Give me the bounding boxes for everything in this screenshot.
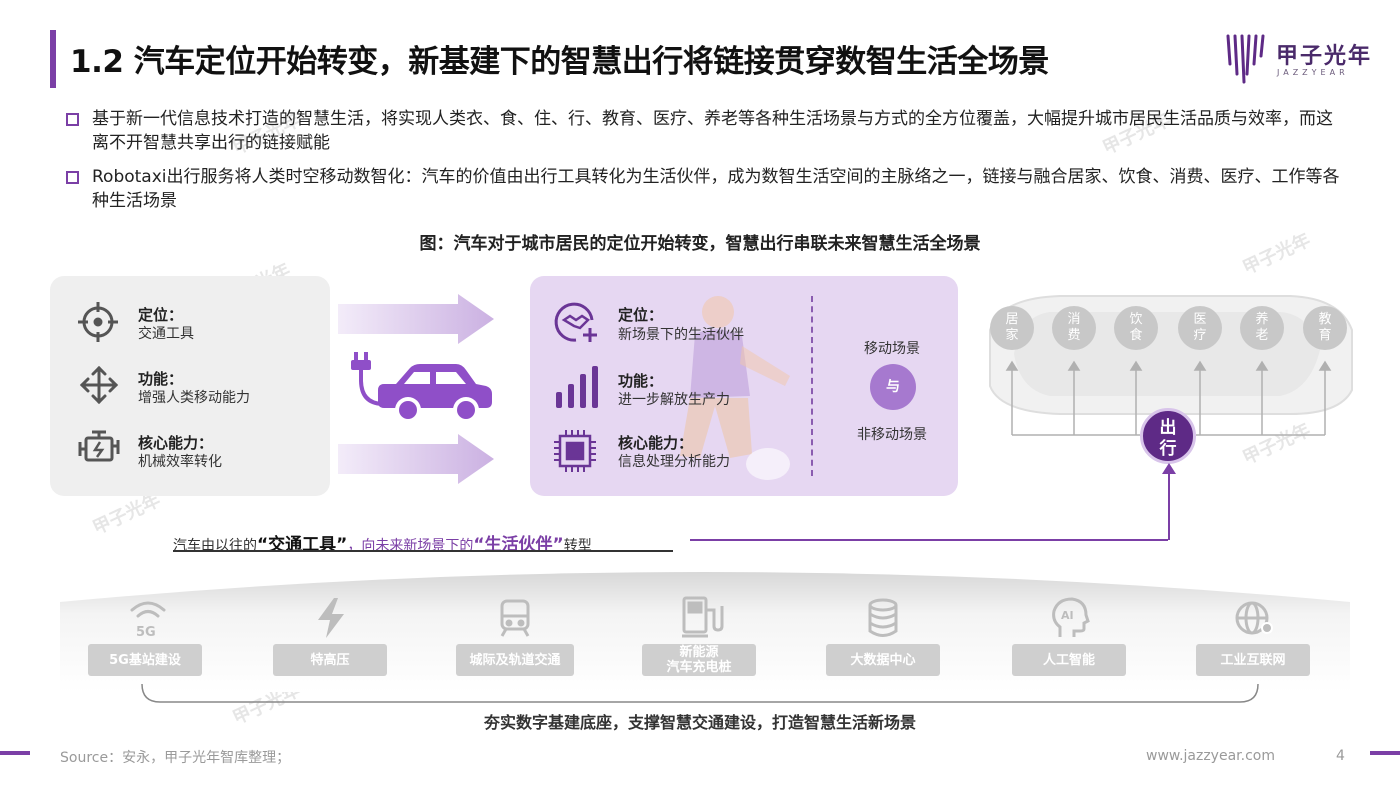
bullet-2-text: Robotaxi出行服务将人类时空移动数智化：汽车的价值由出行工具转化为生活伙伴… xyxy=(92,167,1340,211)
bullet-2: Robotaxi出行服务将人类时空移动数智化：汽车的价值由出行工具转化为生活伙伴… xyxy=(66,165,1341,213)
logo-text: 甲子光年 xyxy=(1276,44,1373,69)
infra-5g-base-station: 5G基站建设 xyxy=(88,644,202,676)
connector-badge: 与 xyxy=(870,364,916,410)
arrow-right-icon xyxy=(338,434,498,488)
source-note: Source：安永，甲子光年智库整理； xyxy=(60,750,291,766)
purple-item-3-label: 核心能力： xyxy=(618,434,694,452)
left-item-3-desc: 机械效率转化 xyxy=(138,454,222,470)
purple-item-1-label: 定位： xyxy=(618,306,664,324)
scene-home: 居家 xyxy=(990,306,1034,350)
bottom-caption: 夯实数字基建底座，支撑智慧交通建设，打造智慧生活新场景 xyxy=(483,713,916,732)
left-item-2-desc: 增强人类移动能力 xyxy=(138,390,250,406)
left-panel-traditional: 定位： 交通工具 功能： 增强人类移动能力 核心能力： 机械效率转化 xyxy=(50,276,330,496)
database-icon xyxy=(866,598,900,642)
lightning-icon xyxy=(314,598,348,642)
page-title: 1.2 汽车定位开始转变，新基建下的智慧出行将链接贯穿数智生活全场景 xyxy=(70,44,1049,80)
logo-subtext: JAZZYEAR xyxy=(1277,68,1349,77)
figure-title: 图：汽车对于城市居民的定位开始转变，智慧出行串联未来智慧生活全场景 xyxy=(419,234,981,254)
transition-underline xyxy=(173,550,673,552)
infra-rail-transit: 城际及轨道交通 xyxy=(456,644,574,676)
transition-connector-line xyxy=(690,539,1168,541)
svg-text:5G: 5G xyxy=(136,625,156,638)
infra-data-center: 大数据中心 xyxy=(826,644,940,676)
handshake-icon xyxy=(552,298,600,350)
scene-medical: 医疗 xyxy=(1178,306,1222,350)
infra-industrial-internet: 工业互联网 xyxy=(1196,644,1310,676)
arrow-up-icon xyxy=(1162,463,1176,540)
scene-food: 饮食 xyxy=(1114,306,1158,350)
scene-elderly-care: 养老 xyxy=(1240,306,1284,350)
infra-uhv: 特高压 xyxy=(273,644,387,676)
left-item-1-label: 定位： xyxy=(138,306,184,324)
left-item-2-label: 功能： xyxy=(138,370,184,388)
arrow-right-icon xyxy=(338,294,498,348)
left-item-3-label: 核心能力： xyxy=(138,434,214,452)
scene-education: 教育 xyxy=(1303,306,1347,350)
footer-accent-right xyxy=(1370,751,1400,755)
bracket-line xyxy=(141,684,1259,703)
bullet-1-text: 基于新一代信息技术打造的智慧生活，将实现人类衣、食、住、行、教育、医疗、养老等各… xyxy=(92,109,1333,153)
svg-text:AI: AI xyxy=(1061,609,1074,622)
electric-car-icon xyxy=(348,346,498,434)
panel-divider xyxy=(811,296,813,476)
logo-mark-icon xyxy=(1222,34,1272,88)
bar-chart-icon xyxy=(554,364,598,412)
page-number: 4 xyxy=(1336,748,1345,764)
bullet-1: 基于新一代信息技术打造的智慧生活，将实现人类衣、食、住、行、教育、医疗、养老等各… xyxy=(66,107,1341,155)
infra-ev-charging: 新能源 汽车充电桩 xyxy=(642,644,756,676)
purple-item-2-desc: 进一步解放生产力 xyxy=(618,392,730,408)
chip-icon xyxy=(552,428,598,478)
scene-consumption: 消费 xyxy=(1052,306,1096,350)
move-arrows-icon xyxy=(78,364,120,410)
5g-icon: 5G xyxy=(126,598,170,642)
non-mobile-scene-label: 非移动场景 xyxy=(857,427,927,443)
title-accent-bar xyxy=(50,30,56,88)
engine-icon xyxy=(76,428,122,472)
mobile-scene-label: 移动场景 xyxy=(864,341,920,357)
purple-item-1-desc: 新场景下的生活伙伴 xyxy=(618,327,744,343)
mobility-hub-badge: 出行 xyxy=(1140,408,1196,464)
website-link[interactable]: www.jazzyear.com xyxy=(1146,748,1275,764)
purple-item-2-label: 功能： xyxy=(618,372,664,390)
infra-ai: 人工智能 xyxy=(1012,644,1126,676)
bullet-square-icon xyxy=(66,171,79,184)
train-icon xyxy=(498,598,532,642)
purple-item-3-desc: 信息处理分析能力 xyxy=(618,454,730,470)
footer-accent-left xyxy=(0,751,30,755)
charging-pile-icon xyxy=(680,596,724,642)
bullet-square-icon xyxy=(66,113,79,126)
target-icon xyxy=(76,300,120,348)
globe-network-icon xyxy=(1234,598,1274,642)
ai-head-icon: AI xyxy=(1050,597,1090,643)
left-item-1-desc: 交通工具 xyxy=(138,326,194,342)
